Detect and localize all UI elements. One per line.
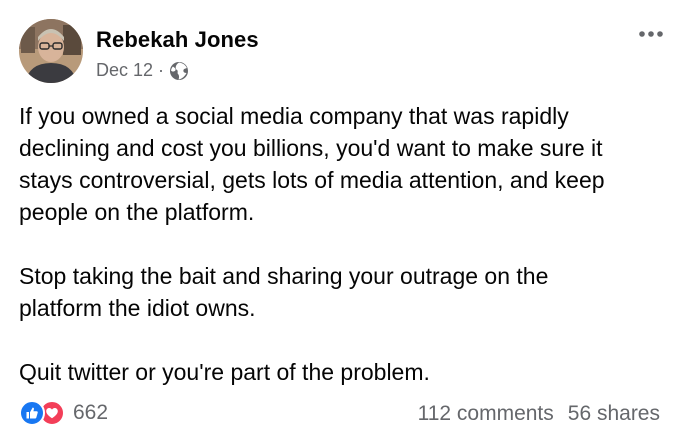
post-paragraph-2: Stop taking the bait and sharing your ou… [19,263,549,321]
post-date[interactable]: Dec 12 [96,60,153,81]
reaction-count: 662 [73,401,109,424]
post-meta: Dec 12 · [96,60,189,81]
more-options-button[interactable] [636,22,666,46]
like-icon [19,400,45,426]
post-paragraph-3: Quit twitter or you're part of the probl… [19,359,430,385]
reactions-summary[interactable]: 662 [19,400,108,426]
post-paragraph-1: If you owned a social media company that… [19,103,605,225]
author-name[interactable]: Rebekah Jones [96,27,259,53]
shares-count-link[interactable]: 56 shares [568,402,660,426]
facebook-post: Rebekah Jones Dec 12 · If you owned a so… [0,0,680,440]
more-options-icon [639,31,663,37]
post-body: If you owned a social media company that… [19,100,669,388]
globe-icon[interactable] [169,61,189,81]
engagement-stats: 112 comments 56 shares [418,402,660,426]
avatar[interactable] [19,19,83,83]
comments-count-link[interactable]: 112 comments [418,402,554,426]
avatar-image [19,19,83,83]
meta-separator: · [158,60,165,80]
